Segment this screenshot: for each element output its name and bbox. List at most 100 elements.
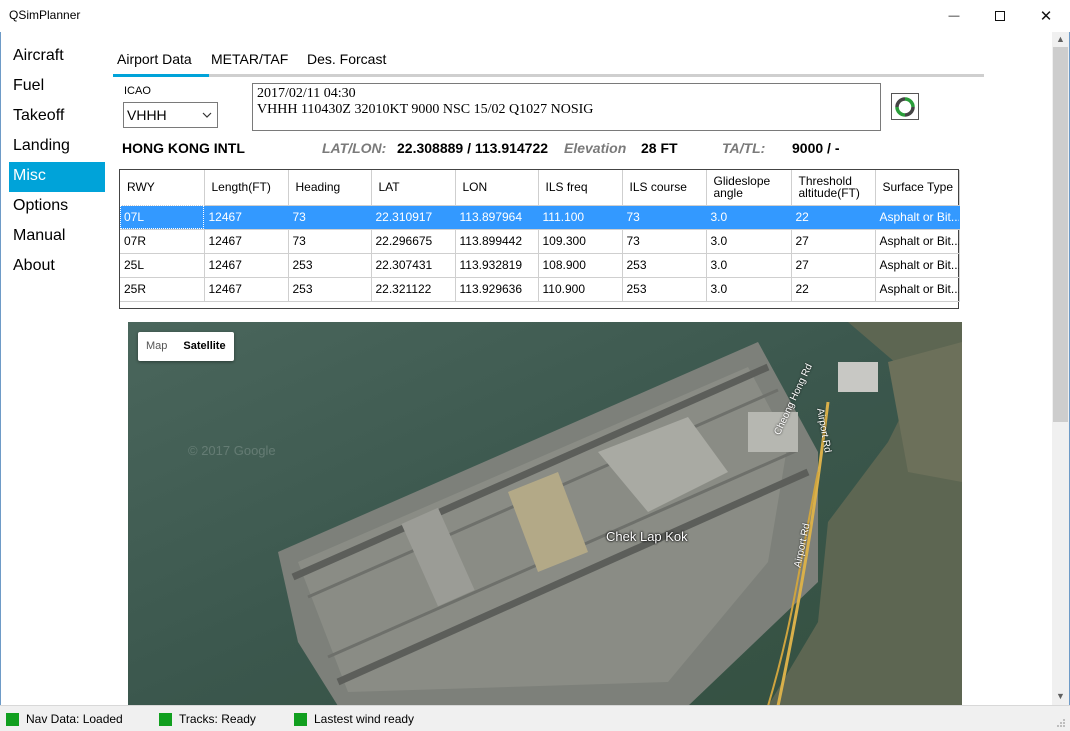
table-cell: 111.100 [538,205,623,230]
column-header[interactable]: LON [455,170,539,206]
table-cell: 253 [288,253,372,278]
table-cell: 3.0 [706,253,792,278]
table-row[interactable]: 25R 12467 253 22.321122 113.929636 110.9… [120,277,960,302]
tab-bar: Airport Data METAR/TAF Des. Forcast [113,46,984,77]
table-cell: 113.897964 [455,205,539,230]
table-cell: 27 [791,253,876,278]
vertical-scrollbar[interactable]: ▲ ▼ [1052,32,1069,705]
scroll-down-icon[interactable]: ▼ [1056,691,1065,701]
satellite-view-button[interactable]: Satellite [175,332,233,361]
close-button[interactable]: ✕ [1023,0,1069,32]
status-label: Tracks: Ready [179,712,256,726]
table-cell: 07L [120,205,205,230]
table-cell: 25L [120,253,205,278]
table-cell: Asphalt or Bit... [875,205,960,230]
sidebar-item-takeoff[interactable]: Takeoff [9,102,105,132]
close-icon: ✕ [1039,8,1053,25]
refresh-metar-button[interactable] [891,93,919,120]
column-header[interactable]: RWY [120,170,205,206]
chevron-down-icon [202,112,212,118]
latlon-value: 22.308889 / 113.914722 [397,140,549,156]
table-cell: 12467 [204,253,289,278]
resize-grip-icon[interactable] [1056,718,1066,728]
metar-time: 2017/02/11 04:30 [257,86,356,101]
status-ok-indicator [159,712,172,726]
icao-select[interactable]: VHHH [123,102,218,128]
sidebar-item-landing[interactable]: Landing [9,132,105,162]
sidebar-item-about[interactable]: About [9,252,105,282]
tab-metar-taf[interactable]: METAR/TAF [207,50,292,74]
map-watermark: © 2017 Google [188,443,276,458]
tatl-value: 9000 / - [792,140,840,156]
table-cell: 27 [791,229,876,254]
table-header-row: RWY Length(FT) Heading LAT LON ILS freq … [120,170,960,206]
status-tracks: Tracks: Ready [159,712,256,726]
sidebar-item-aircraft[interactable]: Aircraft [9,42,105,72]
tab-des-forcast[interactable]: Des. Forcast [303,50,390,74]
table-cell: Asphalt or Bit... [875,253,960,278]
table-row[interactable]: 07R 12467 73 22.296675 113.899442 109.30… [120,229,960,254]
maximize-icon [995,11,1005,21]
sidebar: Aircraft Fuel Takeoff Landing Misc Optio… [9,42,105,282]
elevation-value: 28 FT [641,140,678,156]
scrollbar-thumb[interactable] [1053,47,1068,422]
column-header[interactable]: LAT [371,170,456,206]
table-cell: 73 [288,205,372,230]
table-cell: 22.310917 [371,205,456,230]
map-type-toggle: Map Satellite [138,332,234,361]
status-ok-indicator [6,712,19,726]
metar-display[interactable]: 2017/02/11 04:30 VHHH 110430Z 32010KT 90… [252,83,881,131]
status-label: Lastest wind ready [314,712,415,726]
column-header[interactable]: Glideslope angle [706,170,792,206]
column-header[interactable]: ILS freq [538,170,623,206]
table-cell: 12467 [204,229,289,254]
column-header[interactable]: Threshold altitude(FT) [791,170,876,206]
table-cell: 07R [120,229,205,254]
status-ok-indicator [294,712,307,726]
column-header[interactable]: Heading [288,170,372,206]
metar-text: VHHH 110430Z 32010KT 9000 NSC 15/02 Q102… [257,102,594,117]
table-cell: 22 [791,205,876,230]
minimize-icon: — [948,10,960,22]
table-cell: 22.296675 [371,229,456,254]
column-header[interactable]: ILS course [622,170,707,206]
table-cell: 73 [622,229,707,254]
table-cell: 113.932819 [455,253,539,278]
refresh-icon [895,96,915,117]
table-cell: 253 [288,277,372,302]
title-bar: QSimPlanner — ✕ [0,0,1070,32]
table-cell: 73 [622,205,707,230]
sidebar-item-misc[interactable]: Misc [9,162,105,192]
sidebar-item-manual[interactable]: Manual [9,222,105,252]
status-nav-data: Nav Data: Loaded [6,712,123,726]
table-cell: 25R [120,277,205,302]
table-cell: 22.307431 [371,253,456,278]
satellite-map[interactable]: Map Satellite Chek Lap Kok Cheong Hong R… [128,322,962,706]
table-cell: 73 [288,229,372,254]
map-place-label: Chek Lap Kok [606,529,688,544]
sidebar-item-options[interactable]: Options [9,192,105,222]
maximize-button[interactable] [977,0,1023,32]
status-bar: Nav Data: Loaded Tracks: Ready Lastest w… [0,705,1070,731]
icao-label: ICAO [124,85,151,97]
status-label: Nav Data: Loaded [26,712,123,726]
table-cell: 253 [622,253,707,278]
column-header[interactable]: Length(FT) [204,170,289,206]
scroll-up-icon[interactable]: ▲ [1056,34,1065,44]
tab-airport-data[interactable]: Airport Data [113,50,209,77]
minimize-button[interactable]: — [931,0,977,32]
table-cell: 22 [791,277,876,302]
table-cell: 253 [622,277,707,302]
icao-select-value: VHHH [127,107,167,123]
table-cell: 12467 [204,277,289,302]
airport-name: HONG KONG INTL [122,140,245,156]
sidebar-item-fuel[interactable]: Fuel [9,72,105,102]
elevation-label: Elevation [564,140,627,156]
table-row[interactable]: 25L 12467 253 22.307431 113.932819 108.9… [120,253,960,278]
map-view-button[interactable]: Map [138,332,175,361]
column-header[interactable]: Surface Type [875,170,960,206]
table-cell: 108.900 [538,253,623,278]
table-row[interactable]: 07L 12467 73 22.310917 113.897964 111.10… [120,205,960,230]
table-cell: 113.899442 [455,229,539,254]
tatl-label: TA/TL: [722,140,766,156]
